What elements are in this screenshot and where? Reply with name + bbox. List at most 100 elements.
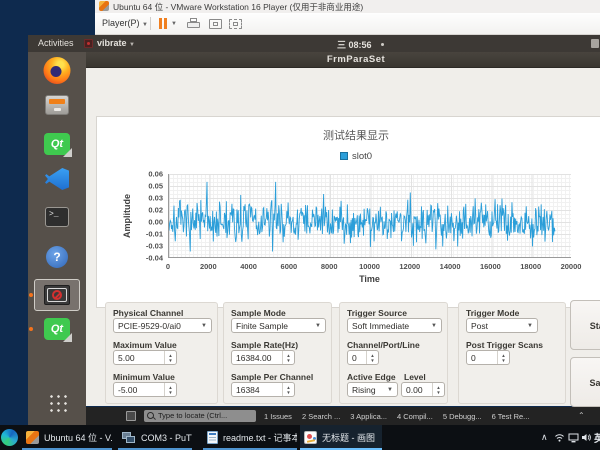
taskbar-item-paint[interactable]: 无标题 - 画图 [300, 425, 382, 450]
taskbar-item-putty[interactable]: COM3 - PuTTY [118, 425, 192, 450]
x-tick: 14000 [440, 262, 461, 271]
taskbar-item-notepad[interactable]: readme.txt - 记事本 [203, 425, 297, 450]
edge-icon[interactable] [1, 429, 18, 446]
plot-area[interactable] [168, 174, 571, 258]
terminal-icon[interactable]: >_ [45, 207, 69, 227]
channel-group: Physical Channel PCIE-9529-0/ai0▼ Maximu… [105, 302, 218, 404]
fullscreen-icon[interactable] [209, 19, 222, 29]
chevron-down-icon: ▼ [201, 323, 207, 329]
suspend-menu-chevron-icon[interactable]: ▼ [171, 21, 177, 27]
trigger-source-label: Trigger Source [347, 308, 407, 318]
post-trigger-scans-spinner[interactable]: 0▲▼ [466, 350, 510, 365]
chevron-down-icon: ▼ [387, 387, 393, 393]
chevron-down-icon: ▼ [431, 323, 437, 329]
window-title: FrmParaSet [327, 54, 385, 65]
channel-port-line-label: Channel/Port/Line [347, 340, 420, 350]
ime-indicator[interactable]: 英 [594, 425, 600, 450]
sample-per-channel-spinner[interactable]: 16384▲▼ [231, 382, 295, 397]
wifi-icon[interactable] [554, 425, 565, 450]
sample-rate-label: Sample Rate(Hz) [231, 340, 298, 350]
y-tick: 0.02 [148, 206, 163, 215]
output-panes: 1 Issues 2 Search ... 3 Applica... 4 Com… [264, 407, 529, 425]
maximum-value-spinner[interactable]: 5.00▲▼ [113, 350, 177, 365]
status-tray-icon[interactable] [591, 39, 599, 48]
network-monitor-icon[interactable] [568, 425, 579, 450]
save-button[interactable]: Save [570, 357, 600, 407]
active-edge-label: Active Edge [347, 372, 396, 382]
screen: Ubuntu 64 位 - VMware Workstation 16 Play… [0, 0, 600, 450]
pane-application[interactable]: 3 Applica... [350, 412, 387, 421]
ctrl-alt-del-icon[interactable] [187, 18, 200, 29]
vmware-titlebar: Ubuntu 64 位 - VMware Workstation 16 Play… [95, 0, 600, 13]
vmware-window-title: Ubuntu 64 位 - VMware Workstation 16 Play… [113, 1, 363, 13]
spin-buttons[interactable]: ▲▼ [282, 351, 294, 364]
suspend-icon[interactable] [159, 18, 162, 29]
no-entry-icon [44, 285, 70, 305]
channel-port-line-spinner[interactable]: 0▲▼ [347, 350, 379, 365]
sample-mode-label: Sample Mode [231, 308, 286, 318]
chevron-up-icon[interactable]: ⌃ [578, 411, 585, 420]
notepad-icon [207, 431, 218, 444]
pane-test-results[interactable]: 6 Test Re... [492, 412, 530, 421]
vibrate-app-icon [84, 39, 93, 48]
level-spinner[interactable]: 0.00▲▼ [401, 382, 445, 397]
qt-app-icon[interactable]: Qt [44, 318, 70, 340]
spin-buttons[interactable]: ▲▼ [164, 383, 176, 396]
firefox-icon[interactable] [44, 57, 71, 84]
volume-icon[interactable] [581, 425, 592, 450]
files-icon[interactable] [45, 95, 69, 115]
taskbar-item-label: 无标题 - 画图 [322, 431, 375, 444]
spin-buttons[interactable]: ▲▼ [282, 383, 294, 396]
vscode-icon[interactable] [45, 168, 69, 190]
clock[interactable]: 三 08:56 [337, 38, 372, 51]
suspend-icon[interactable] [164, 18, 167, 29]
spin-buttons[interactable]: ▲▼ [432, 383, 444, 396]
window-titlebar[interactable]: FrmParaSet [86, 52, 600, 68]
x-tick: 10000 [359, 262, 380, 271]
waveform-series [169, 182, 555, 252]
pane-debugger[interactable]: 5 Debugg... [443, 412, 482, 421]
trigger-source-combo[interactable]: Soft Immediate▼ [347, 318, 442, 333]
windows-taskbar: Ubuntu 64 位 - V... COM3 - PuTTY readme.t… [0, 425, 600, 450]
sample-rate-spinner[interactable]: 16384.00▲▼ [231, 350, 295, 365]
chart-legend: slot0 [97, 151, 600, 162]
x-axis-label: Time [168, 274, 571, 284]
pane-compile[interactable]: 4 Compil... [397, 412, 433, 421]
x-axis-ticks: 0200040006000800010000120001400016000180… [168, 262, 571, 272]
sample-group: Sample Mode Finite Sample▼ Sample Rate(H… [223, 302, 332, 404]
physical-channel-combo[interactable]: PCIE-9529-0/ai0▼ [113, 318, 212, 333]
spin-buttons[interactable]: ▲▼ [497, 351, 509, 364]
sample-mode-combo[interactable]: Finite Sample▼ [231, 318, 326, 333]
player-menu[interactable]: Player(P) ▼ [102, 18, 148, 28]
post-trigger-scans-label: Post Trigger Scans [466, 340, 543, 350]
x-tick: 6000 [281, 262, 298, 271]
y-tick: -0.03 [146, 242, 163, 251]
y-tick: 0.05 [148, 182, 163, 191]
frmparaset-window: FrmParaSet 测试结果显示 slot0 0.060.050.030.02… [86, 52, 600, 406]
start-button[interactable]: Start [570, 300, 600, 350]
activities-button[interactable]: Activities [38, 38, 74, 48]
qt-creator-icon[interactable]: Qt [44, 133, 70, 155]
pane-issues[interactable]: 1 Issues [264, 412, 292, 421]
locator-field[interactable]: Type to locate (Ctrl... [144, 410, 256, 422]
chevron-down-icon: ▼ [315, 323, 321, 329]
frmparaset-app-icon-selected[interactable] [34, 279, 80, 311]
taskbar-item-vmware[interactable]: Ubuntu 64 位 - V... [22, 425, 112, 450]
maximum-value-label: Maximum Value [113, 340, 177, 350]
help-icon[interactable]: ? [46, 246, 68, 268]
active-edge-combo[interactable]: Rising▼ [347, 382, 398, 397]
minimum-value-spinner[interactable]: -5.00▲▼ [113, 382, 177, 397]
tray-chevron-icon[interactable]: ∧ [541, 425, 548, 450]
spin-buttons[interactable]: ▲▼ [366, 351, 378, 364]
chevron-down-icon: ▼ [129, 42, 135, 48]
y-tick: 0.00 [148, 218, 163, 227]
unity-mode-icon[interactable] [229, 19, 242, 29]
show-applications-icon[interactable] [47, 392, 67, 412]
pane-search[interactable]: 2 Search ... [302, 412, 340, 421]
physical-channel-label: Physical Channel [113, 308, 183, 318]
vmware-logo-icon [99, 1, 109, 11]
app-menu-vibrate[interactable]: vibrate ▼ [97, 38, 135, 48]
spin-buttons[interactable]: ▲▼ [164, 351, 176, 364]
taskbar-item-label: COM3 - PuTTY [141, 433, 192, 443]
trigger-mode-combo[interactable]: Post▼ [466, 318, 538, 333]
